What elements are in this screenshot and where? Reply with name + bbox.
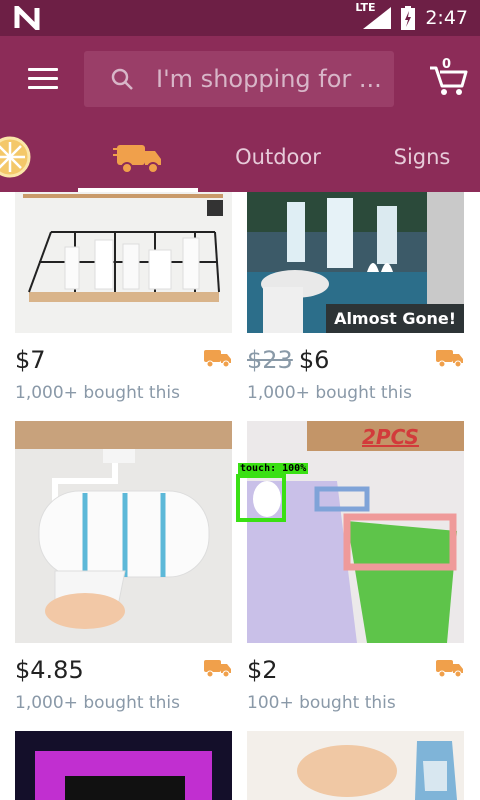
product-card[interactable]: Almost Gone! $23 $6 1,000+ bought this: [247, 192, 464, 412]
shipping-truck-icon: [204, 660, 231, 678]
price: $7: [15, 346, 46, 374]
product-card[interactable]: $7 1,000+ bought this: [15, 192, 232, 412]
battery-icon: [401, 6, 416, 30]
app-bar: I'm shopping for ... 0 Outdoor Signs: [0, 36, 480, 192]
price-row: $2: [247, 656, 464, 696]
image-caption: 2PCS: [362, 425, 419, 449]
shipping-truck-icon: [436, 350, 463, 368]
tab-outdoor[interactable]: Outdoor: [222, 122, 334, 192]
bought-count: 1,000+ bought this: [15, 693, 180, 713]
shipping-truck-icon: [204, 350, 231, 368]
tab-deals[interactable]: [0, 122, 40, 192]
network-type: LTE: [355, 1, 376, 14]
tab-fast-shipping[interactable]: [78, 122, 198, 192]
menu-icon[interactable]: [28, 68, 58, 90]
search-placeholder: I'm shopping for ...: [156, 65, 382, 93]
status-bar: LTE 2:47: [0, 0, 480, 36]
price: $4.85: [15, 656, 84, 684]
truck-icon: [113, 145, 161, 174]
touch-indicator: [236, 474, 286, 522]
bought-count: 100+ bought this: [247, 693, 396, 713]
price: $23 $6: [247, 346, 330, 374]
bought-count: 1,000+ bought this: [247, 383, 412, 403]
product-image: [247, 731, 464, 800]
touch-indicator-label: touch: 100%: [238, 463, 309, 474]
tab-signs[interactable]: Signs: [384, 122, 460, 192]
product-card[interactable]: [247, 731, 464, 800]
search-input[interactable]: I'm shopping for ...: [84, 51, 394, 107]
product-card[interactable]: $4.85 1,000+ bought this: [15, 421, 232, 721]
product-image: Almost Gone!: [247, 192, 464, 333]
product-image: [15, 192, 232, 333]
price-row: $4.85: [15, 656, 232, 696]
cart-button[interactable]: 0: [424, 54, 472, 102]
product-image: [15, 731, 232, 800]
tab-signs-label: Signs: [393, 145, 451, 169]
clock: 2:47: [425, 7, 468, 29]
category-tabs: Outdoor Signs: [0, 122, 480, 192]
android-n-icon: [14, 6, 40, 30]
price-row: $7: [15, 346, 232, 386]
almost-gone-badge: Almost Gone!: [326, 304, 464, 333]
bought-count: 1,000+ bought this: [15, 383, 180, 403]
price: $2: [247, 656, 278, 684]
product-card[interactable]: [15, 731, 232, 800]
product-image: 2PCS: [247, 421, 464, 643]
product-image: [15, 421, 232, 643]
price-row: $23 $6: [247, 346, 464, 386]
search-icon: [111, 68, 133, 90]
sun-badge-icon: [0, 136, 31, 178]
cart-count: 0: [442, 57, 452, 72]
tab-outdoor-label: Outdoor: [235, 145, 321, 169]
signal-icon: LTE: [355, 1, 392, 29]
shipping-truck-icon: [436, 660, 463, 678]
